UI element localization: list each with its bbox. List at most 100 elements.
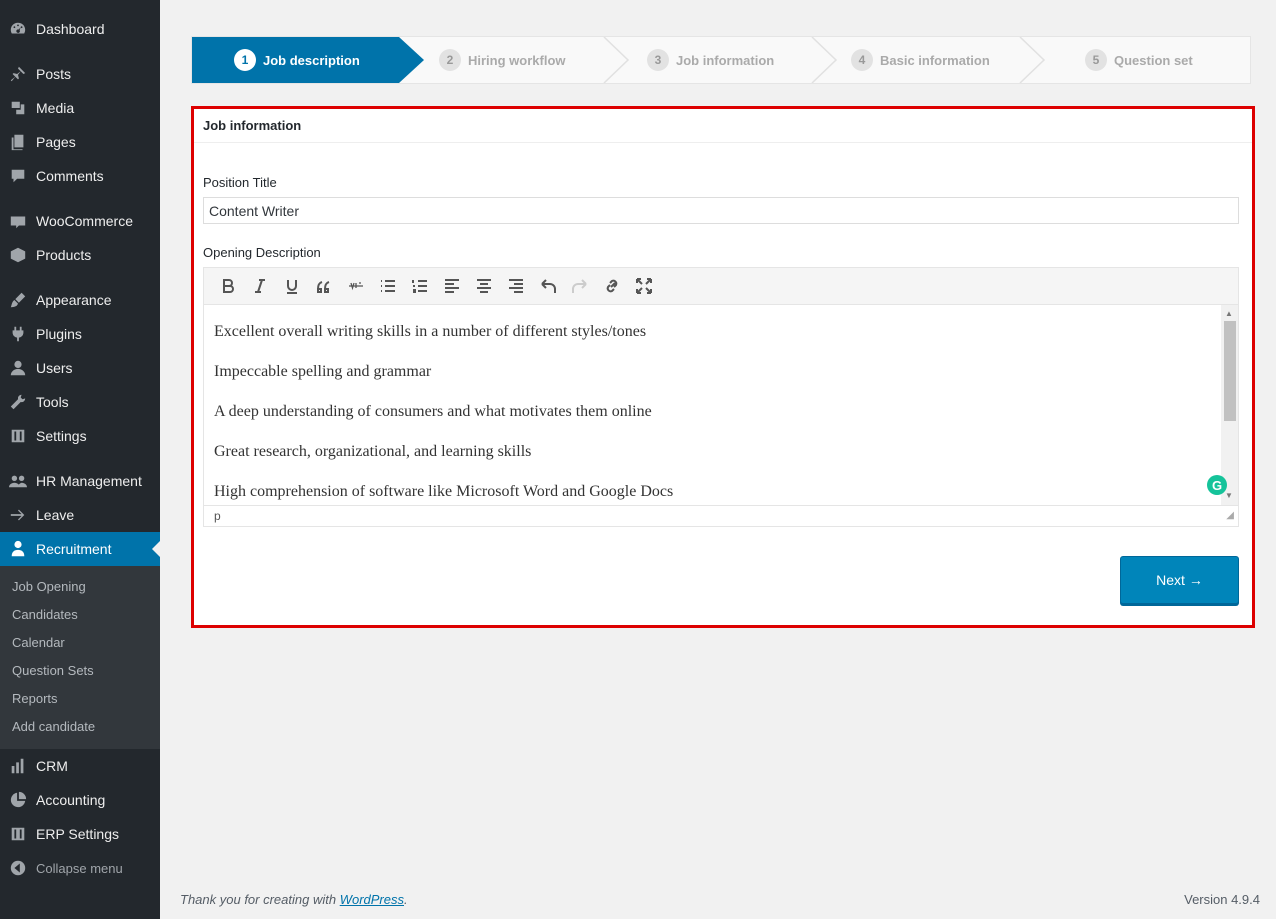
next-button[interactable]: Next → <box>1120 556 1239 604</box>
menu-crm[interactable]: CRM <box>0 749 160 783</box>
menu-plugins[interactable]: Plugins <box>0 317 160 351</box>
recruitment-submenu: Job Opening Candidates Calendar Question… <box>0 566 160 749</box>
description-paragraph: High comprehension of software like Micr… <box>214 483 674 500</box>
quote-icon <box>317 281 330 293</box>
step-label: Question set <box>1114 52 1193 68</box>
menu-label: Comments <box>36 168 104 184</box>
bold-button[interactable] <box>212 271 244 301</box>
footer-thanks-prefix: Thank you for creating with <box>180 892 340 907</box>
bold-icon <box>223 279 234 293</box>
wordpress-link[interactable]: WordPress <box>340 892 404 907</box>
menu-label: Posts <box>36 66 72 82</box>
arrow-right-icon <box>0 506 36 524</box>
bar-chart-icon <box>0 757 36 775</box>
menu-media[interactable]: Media <box>0 91 160 125</box>
menu-label: Appearance <box>36 292 112 308</box>
menu-comments[interactable]: Comments <box>0 159 160 193</box>
footer-thanks: Thank you for creating with WordPress. <box>180 892 408 907</box>
step-job-information[interactable]: 3 Job information <box>647 37 774 83</box>
pages-icon <box>0 133 36 151</box>
description-editor: Excellent overall writing skills in a nu… <box>203 267 1239 527</box>
menu-pages[interactable]: Pages <box>0 125 160 159</box>
menu-tools[interactable]: Tools <box>0 385 160 419</box>
strikethrough-icon <box>349 282 363 291</box>
step-label: Job description <box>263 52 360 68</box>
scroll-down-icon[interactable]: ▼ <box>1225 491 1233 500</box>
editor-scrollbar[interactable]: ▲ ▼ <box>1221 305 1238 505</box>
grammarly-icon[interactable]: G <box>1207 475 1227 495</box>
dashboard-icon <box>0 20 36 38</box>
step-basic-information[interactable]: 4 Basic information <box>851 37 990 83</box>
step-number: 4 <box>851 49 873 71</box>
position-title-input[interactable] <box>203 197 1239 224</box>
menu-label: WooCommerce <box>36 213 133 229</box>
italic-button[interactable] <box>244 271 276 301</box>
menu-woocommerce[interactable]: WooCommerce <box>0 204 160 238</box>
menu-accounting[interactable]: Accounting <box>0 783 160 817</box>
step-number: 2 <box>439 49 461 71</box>
scroll-thumb[interactable] <box>1224 321 1236 421</box>
element-path[interactable]: p <box>214 509 221 523</box>
step-chevron <box>811 37 838 83</box>
version-text: Version 4.9.4 <box>1184 892 1260 907</box>
resize-handle-icon[interactable]: ◢ <box>1226 506 1234 526</box>
step-chevron <box>603 37 630 83</box>
fullscreen-button[interactable] <box>628 271 660 301</box>
wrench-icon <box>0 393 36 411</box>
menu-label: Users <box>36 360 73 376</box>
step-number: 5 <box>1085 49 1107 71</box>
menu-settings[interactable]: Settings <box>0 419 160 453</box>
align-center-icon <box>477 279 491 293</box>
align-right-button[interactable] <box>500 271 532 301</box>
step-hiring-workflow[interactable]: 2 Hiring workflow <box>439 37 566 83</box>
menu-label: HR Management <box>36 473 142 489</box>
opening-description-label: Opening Description <box>203 245 321 260</box>
submenu-add-candidate[interactable]: Add candidate <box>12 717 95 737</box>
editor-toolbar <box>204 268 1238 305</box>
blockquote-button[interactable] <box>308 271 340 301</box>
submenu-job-opening[interactable]: Job Opening <box>12 577 86 597</box>
woocommerce-icon <box>0 212 36 230</box>
link-button[interactable] <box>596 271 628 301</box>
align-left-button[interactable] <box>436 271 468 301</box>
redo-button[interactable] <box>564 271 596 301</box>
numbered-list-button[interactable] <box>404 271 436 301</box>
menu-label: Collapse menu <box>36 860 123 876</box>
pin-icon <box>0 65 36 83</box>
submenu-calendar[interactable]: Calendar <box>12 633 65 653</box>
undo-button[interactable] <box>532 271 564 301</box>
menu-label: Products <box>36 247 92 263</box>
menu-label: Accounting <box>36 792 106 808</box>
submenu-reports[interactable]: Reports <box>12 689 58 709</box>
menu-leave[interactable]: Leave <box>0 498 160 532</box>
submenu-candidates[interactable]: Candidates <box>12 605 78 625</box>
strikethrough-button[interactable] <box>340 271 372 301</box>
menu-posts[interactable]: Posts <box>0 57 160 91</box>
menu-label: Dashboard <box>36 21 105 37</box>
underline-button[interactable] <box>276 271 308 301</box>
scroll-up-icon[interactable]: ▲ <box>1225 309 1233 318</box>
step-question-set[interactable]: 5 Question set <box>1085 37 1193 83</box>
recruit-icon <box>0 540 36 558</box>
redo-icon <box>572 279 587 293</box>
align-center-button[interactable] <box>468 271 500 301</box>
menu-recruitment[interactable]: Recruitment <box>0 532 160 566</box>
menu-label: Settings <box>36 428 87 444</box>
editor-statusbar: p ◢ <box>204 505 1238 526</box>
menu-products[interactable]: Products <box>0 238 160 272</box>
collapse-menu-button[interactable]: Collapse menu <box>0 851 160 885</box>
panel-title: Job information <box>194 109 1252 143</box>
submenu-question-sets[interactable]: Question Sets <box>12 661 94 681</box>
editor-content[interactable]: Excellent overall writing skills in a nu… <box>204 305 1238 505</box>
menu-appearance[interactable]: Appearance <box>0 283 160 317</box>
bullet-list-button[interactable] <box>372 271 404 301</box>
menu-users[interactable]: Users <box>0 351 160 385</box>
wizard-stepper: 1 Job description 2 Hiring workflow 3 Jo… <box>191 36 1251 84</box>
numbered-list-icon <box>412 280 427 293</box>
menu-label: Recruitment <box>36 541 112 557</box>
menu-hr-management[interactable]: HR Management <box>0 464 160 498</box>
menu-erp-settings[interactable]: ERP Settings <box>0 817 160 851</box>
job-information-panel: Job information Position Title Opening D… <box>191 106 1255 628</box>
menu-dashboard[interactable]: Dashboard <box>0 12 160 46</box>
step-job-description[interactable]: 1 Job description <box>234 37 360 83</box>
